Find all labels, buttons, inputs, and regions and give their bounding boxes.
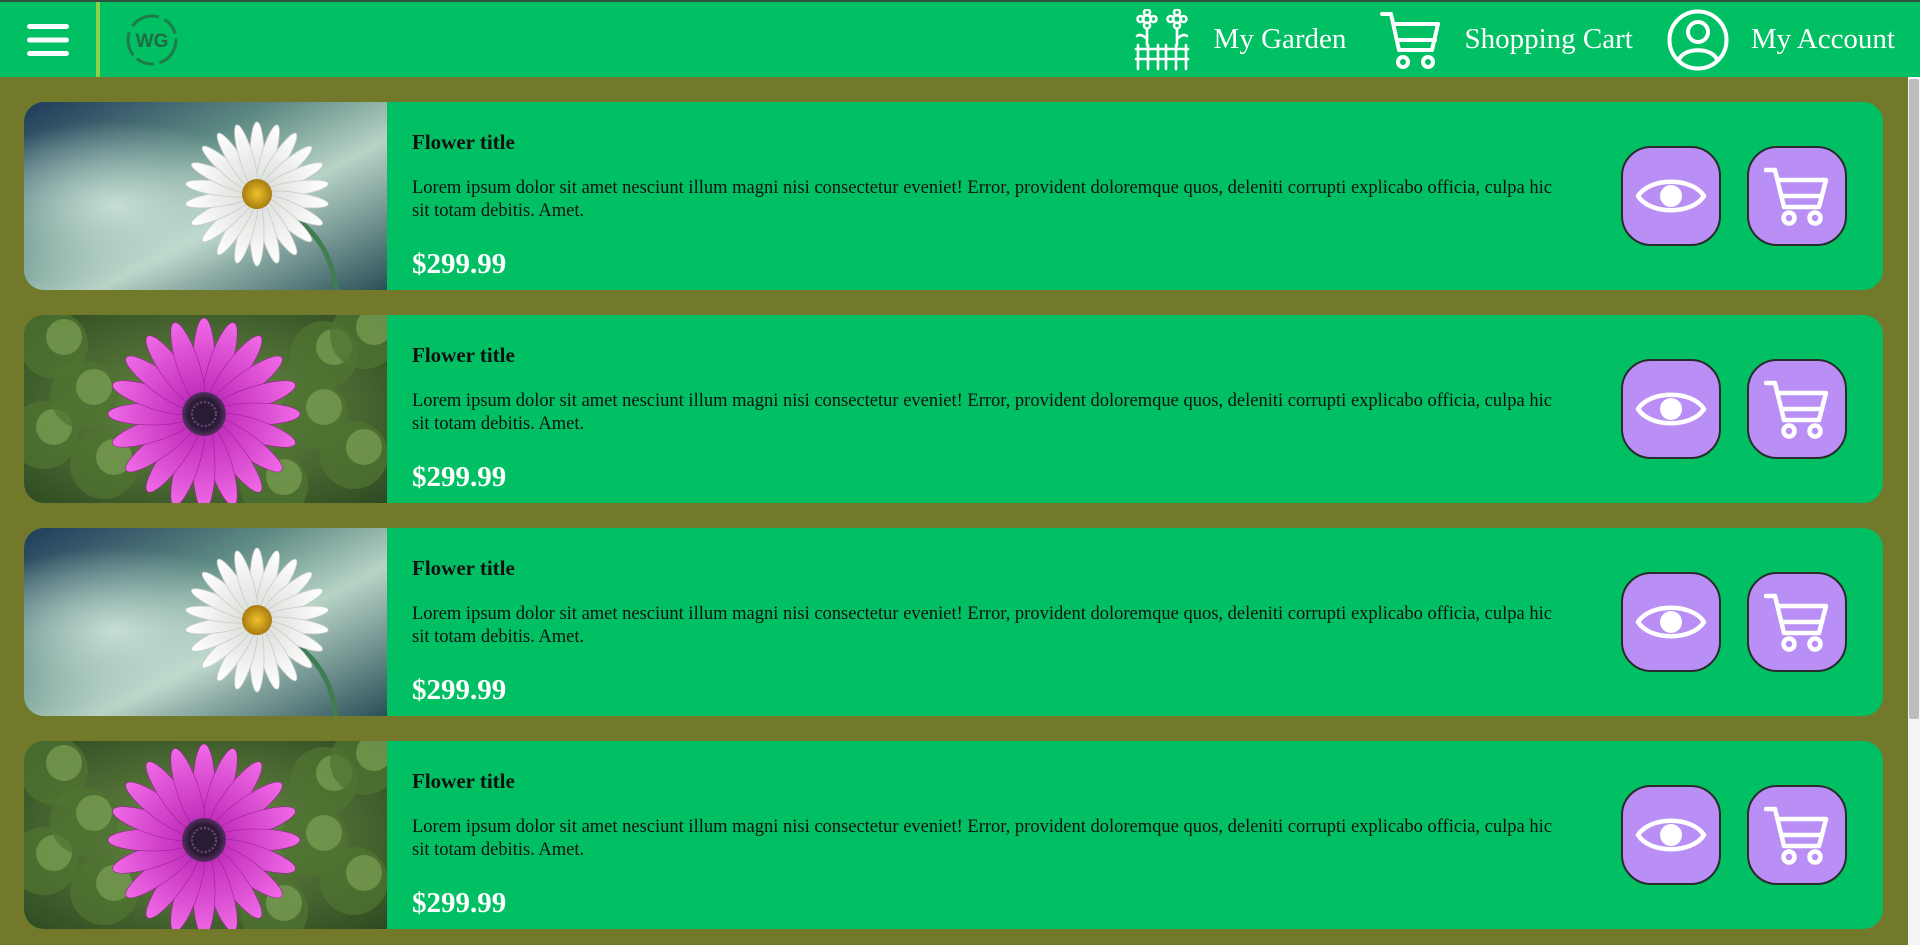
add-to-cart-button[interactable] bbox=[1747, 359, 1847, 459]
product-actions bbox=[1621, 785, 1847, 885]
hamburger-menu-button[interactable] bbox=[0, 2, 100, 77]
cart-icon bbox=[1380, 10, 1442, 70]
product-image bbox=[24, 315, 398, 503]
add-to-cart-button[interactable] bbox=[1747, 785, 1847, 885]
product-price: $299.99 bbox=[412, 674, 507, 706]
product-price: $299.99 bbox=[412, 887, 507, 919]
product-actions bbox=[1621, 146, 1847, 246]
eye-icon bbox=[1635, 392, 1707, 426]
pink-daisy-image bbox=[24, 741, 398, 929]
scrollbar-thumb[interactable] bbox=[1909, 79, 1919, 719]
site-logo[interactable]: WG bbox=[122, 10, 182, 70]
add-to-cart-button[interactable] bbox=[1747, 572, 1847, 672]
logo-text: WG bbox=[136, 31, 169, 52]
pink-daisy-image bbox=[24, 315, 398, 503]
product-price: $299.99 bbox=[412, 248, 507, 280]
view-product-button[interactable] bbox=[1621, 572, 1721, 672]
top-navigation-bar: WG My Garden Shopping Cart My Account bbox=[0, 0, 1920, 77]
product-description: Lorem ipsum dolor sit amet nesciunt illu… bbox=[412, 817, 1552, 860]
product-card: Flower title Lorem ipsum dolor sit amet … bbox=[24, 102, 1883, 290]
cart-icon bbox=[1764, 167, 1829, 226]
add-to-cart-button[interactable] bbox=[1747, 146, 1847, 246]
product-list: Flower title Lorem ipsum dolor sit amet … bbox=[24, 102, 1883, 945]
nav-my-garden[interactable]: My Garden bbox=[1132, 8, 1347, 71]
nav-my-account[interactable]: My Account bbox=[1667, 9, 1895, 71]
product-info: Flower title Lorem ipsum dolor sit amet … bbox=[387, 102, 1883, 290]
view-product-button[interactable] bbox=[1621, 785, 1721, 885]
product-card: Flower title Lorem ipsum dolor sit amet … bbox=[24, 315, 1883, 503]
product-card: Flower title Lorem ipsum dolor sit amet … bbox=[24, 741, 1883, 929]
logo-icon: WG bbox=[126, 14, 178, 65]
nav-my-garden-label: My Garden bbox=[1213, 23, 1347, 55]
view-product-button[interactable] bbox=[1621, 146, 1721, 246]
eye-icon bbox=[1635, 818, 1707, 852]
white-daisy-image bbox=[24, 102, 387, 290]
product-image bbox=[24, 528, 387, 716]
product-image bbox=[24, 741, 398, 929]
product-price: $299.99 bbox=[412, 461, 507, 493]
nav-shopping-cart-label: Shopping Cart bbox=[1464, 23, 1633, 55]
eye-icon bbox=[1635, 605, 1707, 639]
product-card: Flower title Lorem ipsum dolor sit amet … bbox=[24, 528, 1883, 716]
cart-icon bbox=[1764, 593, 1829, 652]
nav-my-account-label: My Account bbox=[1750, 23, 1895, 55]
product-info: Flower title Lorem ipsum dolor sit amet … bbox=[387, 528, 1883, 716]
user-icon bbox=[1667, 9, 1729, 71]
white-daisy-image bbox=[24, 528, 387, 716]
garden-icon bbox=[1132, 8, 1192, 71]
product-description: Lorem ipsum dolor sit amet nesciunt illu… bbox=[412, 178, 1552, 221]
main-nav: My Garden Shopping Cart My Account bbox=[1098, 2, 1920, 77]
product-image bbox=[24, 102, 387, 290]
eye-icon bbox=[1635, 179, 1707, 213]
product-info: Flower title Lorem ipsum dolor sit amet … bbox=[387, 741, 1883, 929]
cart-icon bbox=[1764, 806, 1829, 865]
product-description: Lorem ipsum dolor sit amet nesciunt illu… bbox=[412, 604, 1552, 647]
product-description: Lorem ipsum dolor sit amet nesciunt illu… bbox=[412, 391, 1552, 434]
hamburger-icon bbox=[27, 23, 69, 56]
product-info: Flower title Lorem ipsum dolor sit amet … bbox=[387, 315, 1883, 503]
product-actions bbox=[1621, 359, 1847, 459]
nav-shopping-cart[interactable]: Shopping Cart bbox=[1380, 10, 1633, 70]
view-product-button[interactable] bbox=[1621, 359, 1721, 459]
cart-icon bbox=[1764, 380, 1829, 439]
product-actions bbox=[1621, 572, 1847, 672]
